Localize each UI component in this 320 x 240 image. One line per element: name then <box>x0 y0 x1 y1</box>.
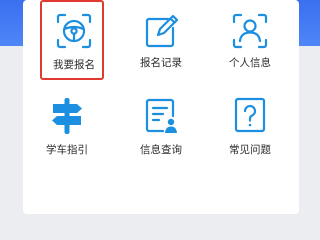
menu-item-driving-guide[interactable]: 学车指引 <box>35 92 99 172</box>
menu-item-label: 常见问题 <box>229 144 271 156</box>
menu-item-label: 个人信息 <box>229 57 271 69</box>
menu-item-personal-info[interactable]: 个人信息 <box>218 2 282 82</box>
steering-wheel-icon <box>54 11 94 51</box>
user-profile-icon <box>230 11 270 51</box>
menu-item-faq[interactable]: 常见问题 <box>218 92 282 172</box>
signpost-icon <box>47 96 87 136</box>
menu-item-info-query[interactable]: 信息查询 <box>129 92 193 172</box>
menu-item-label: 信息查询 <box>140 144 182 156</box>
question-icon <box>230 96 270 136</box>
menu-card: 我要报名 报名记录 个人信息 学车指引 信息查询 常见问题 <box>23 0 299 214</box>
document-user-icon <box>141 96 181 136</box>
menu-item-register[interactable]: 我要报名 <box>40 0 104 80</box>
edit-document-icon <box>141 11 181 51</box>
menu-item-label: 我要报名 <box>53 59 95 71</box>
menu-item-label: 学车指引 <box>46 144 88 156</box>
menu-item-label: 报名记录 <box>140 57 182 69</box>
menu-item-registration-records[interactable]: 报名记录 <box>129 2 193 82</box>
